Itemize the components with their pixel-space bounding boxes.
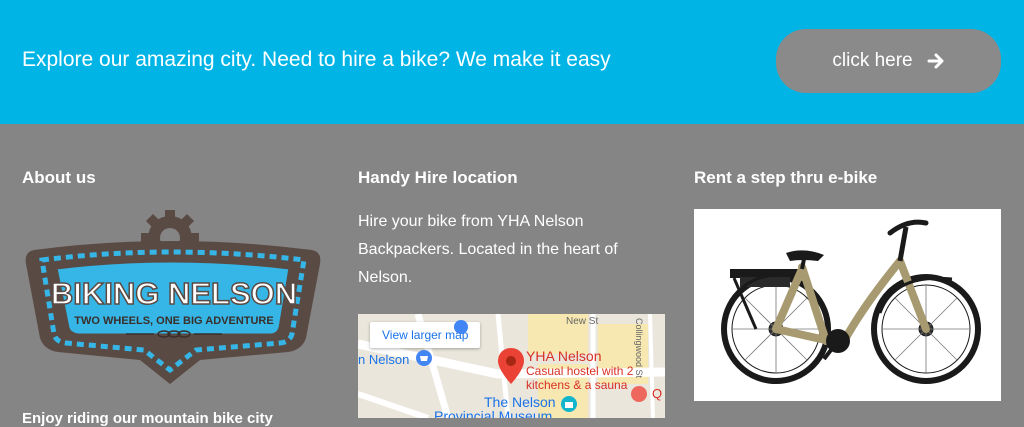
street-label: New St [566, 316, 599, 327]
museum-icon [561, 396, 577, 412]
place-name: YHA Nelson [526, 348, 602, 364]
ebike-image[interactable] [694, 209, 1001, 401]
arrow-right-icon [927, 53, 944, 69]
place-desc-1: Casual hostel with 2 [526, 364, 634, 378]
ebike-illustration [721, 219, 981, 384]
street-label-vertical: Collingwood St [634, 318, 644, 379]
click-here-label: click here [832, 50, 913, 71]
banner-text: Explore our amazing city. Need to hire a… [22, 48, 611, 71]
shopping-icon [416, 350, 432, 366]
svg-text:BIKING NELSON: BIKING NELSON [51, 276, 297, 311]
footer: About us BIKING NELSON TWO WHEELS, ONE B… [0, 124, 1024, 427]
about-text: Enjoy riding our mountain bike city [22, 410, 273, 427]
place-desc-2: kitchens & a sauna [526, 378, 628, 392]
ebike-title: Rent a step thru e-bike [694, 168, 878, 187]
biking-nelson-logo: BIKING NELSON TWO WHEELS, ONE BIG ADVENT… [25, 210, 321, 384]
location-description: Hire your bike from YHA Nelson Backpacke… [358, 213, 618, 286]
embedded-map[interactable]: View larger map New St Collingwood St YH… [358, 314, 665, 418]
svg-text:TWO WHEELS, ONE BIG ADVENTURE: TWO WHEELS, ONE BIG ADVENTURE [74, 315, 273, 327]
poi-museum-line2: Provincial Museum [434, 408, 553, 418]
poi-right-label: Q [652, 386, 663, 401]
map-pin-icon[interactable] [498, 348, 524, 384]
poi-pink-icon [631, 386, 647, 402]
promo-banner: Explore our amazing city. Need to hire a… [0, 0, 1024, 124]
transit-icon [454, 320, 468, 334]
location-title: Handy Hire location [358, 168, 518, 187]
about-title: About us [22, 168, 96, 187]
poi-left-label: n Nelson [358, 352, 410, 367]
click-here-button[interactable]: click here [776, 29, 1001, 93]
